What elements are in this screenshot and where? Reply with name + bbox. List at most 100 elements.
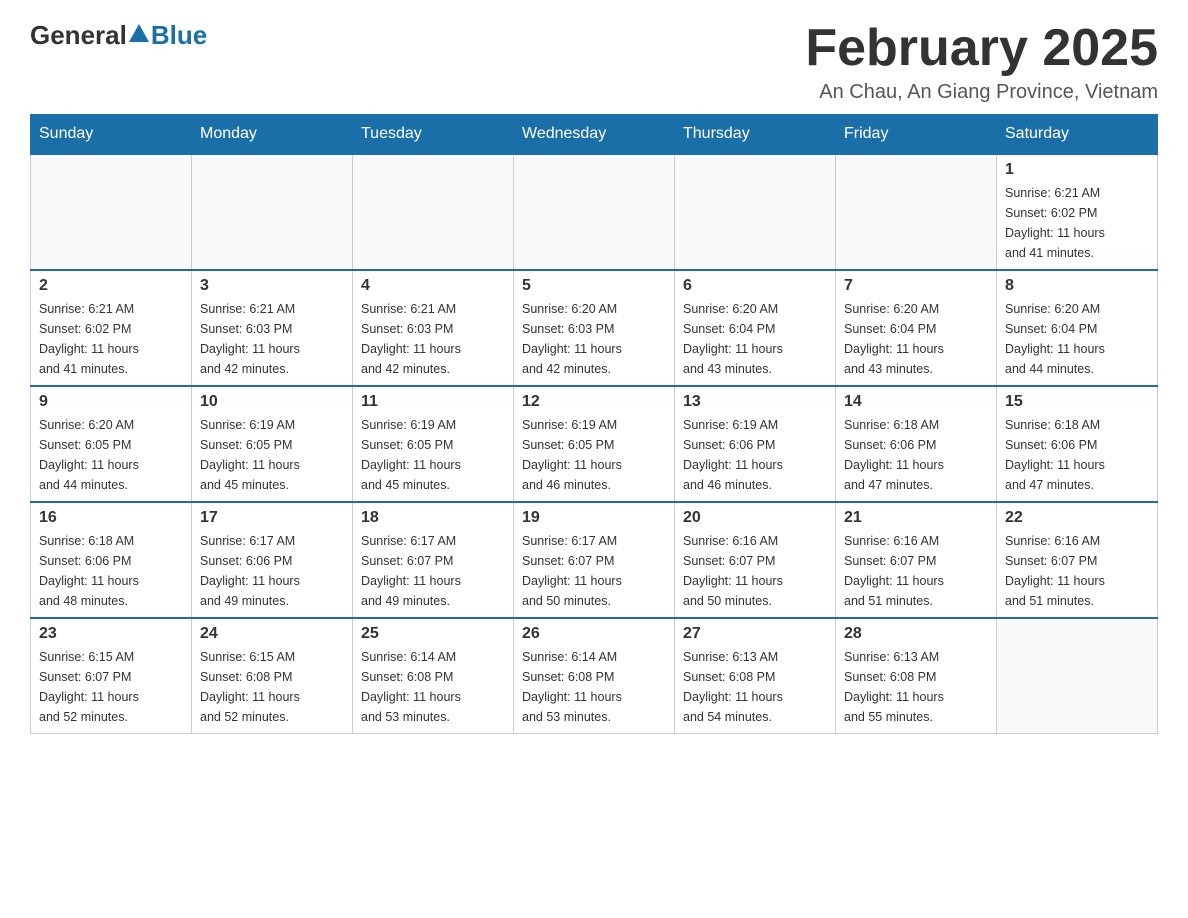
day-info: Sunrise: 6:17 AMSunset: 6:07 PMDaylight:… [361,531,505,611]
calendar-cell: 8 Sunrise: 6:20 AMSunset: 6:04 PMDaylight… [997,270,1158,386]
day-number: 5 [522,277,666,295]
day-info: Sunrise: 6:13 AMSunset: 6:08 PMDaylight:… [683,647,827,727]
day-info: Sunrise: 6:19 AMSunset: 6:05 PMDaylight:… [361,415,505,495]
day-number: 4 [361,277,505,295]
calendar-cell: 9Sunrise: 6:20 AMSunset: 6:05 PMDaylight… [31,386,192,502]
calendar-cell [836,154,997,270]
day-number: 1 [1005,161,1149,179]
day-info: Sunrise: 6:18 AMSunset: 6:06 PMDaylight:… [844,415,988,495]
day-info: Sunrise: 6:19 AMSunset: 6:05 PMDaylight:… [200,415,344,495]
calendar-week-row: 16 Sunrise: 6:18 AMSunset: 6:06 PMDayligh… [31,502,1158,618]
day-info: Sunrise: 6:14 AMSunset: 6:08 PMDaylight:… [522,647,666,727]
calendar-cell: 15 Sunrise: 6:18 AMSunset: 6:06 PMDayligh… [997,386,1158,502]
day-header-thursday: Thursday [675,115,836,155]
calendar-cell: 27 Sunrise: 6:13 AMSunset: 6:08 PMDayligh… [675,618,836,734]
calendar-week-row: 9Sunrise: 6:20 AMSunset: 6:05 PMDaylight… [31,386,1158,502]
calendar-cell [192,154,353,270]
day-info: Sunrise: 6:20 AMSunset: 6:03 PMDaylight:… [522,299,666,379]
calendar-cell: 19 Sunrise: 6:17 AMSunset: 6:07 PMDayligh… [514,502,675,618]
day-info: Sunrise: 6:21 AMSunset: 6:02 PMDaylight:… [39,299,183,379]
day-info: Sunrise: 6:16 AMSunset: 6:07 PMDaylight:… [683,531,827,611]
calendar-cell: 3 Sunrise: 6:21 AMSunset: 6:03 PMDaylight… [192,270,353,386]
day-number: 8 [1005,277,1149,295]
day-number: 14 [844,393,988,411]
day-number: 26 [522,625,666,643]
calendar-cell: 23 Sunrise: 6:15 AMSunset: 6:07 PMDayligh… [31,618,192,734]
day-number: 20 [683,509,827,527]
calendar-cell: 7 Sunrise: 6:20 AMSunset: 6:04 PMDaylight… [836,270,997,386]
day-header-saturday: Saturday [997,115,1158,155]
calendar-cell [997,618,1158,734]
day-header-tuesday: Tuesday [353,115,514,155]
day-number: 25 [361,625,505,643]
day-number: 12 [522,393,666,411]
calendar-cell: 1 Sunrise: 6:21 AMSunset: 6:02 PMDaylight… [997,154,1158,270]
calendar-cell: 16 Sunrise: 6:18 AMSunset: 6:06 PMDayligh… [31,502,192,618]
day-number: 2 [39,277,183,295]
calendar-header-row: SundayMondayTuesdayWednesdayThursdayFrid… [31,115,1158,155]
day-header-wednesday: Wednesday [514,115,675,155]
day-number: 15 [1005,393,1149,411]
calendar-cell: 13Sunrise: 6:19 AMSunset: 6:06 PMDayligh… [675,386,836,502]
calendar-cell: 2 Sunrise: 6:21 AMSunset: 6:02 PMDaylight… [31,270,192,386]
day-number: 9 [39,393,183,411]
day-header-monday: Monday [192,115,353,155]
day-info: Sunrise: 6:20 AMSunset: 6:04 PMDaylight:… [683,299,827,379]
title-section: February 2025 An Chau, An Giang Province… [805,20,1158,104]
day-number: 10 [200,393,344,411]
month-title: February 2025 [805,20,1158,77]
logo-general: General [30,20,127,51]
calendar-cell: 20 Sunrise: 6:16 AMSunset: 6:07 PMDayligh… [675,502,836,618]
day-number: 19 [522,509,666,527]
day-info: Sunrise: 6:17 AMSunset: 6:06 PMDaylight:… [200,531,344,611]
day-info: Sunrise: 6:18 AMSunset: 6:06 PMDaylight:… [1005,415,1149,495]
calendar-cell: 18 Sunrise: 6:17 AMSunset: 6:07 PMDayligh… [353,502,514,618]
calendar-cell [31,154,192,270]
calendar-week-row: 23 Sunrise: 6:15 AMSunset: 6:07 PMDayligh… [31,618,1158,734]
day-number: 6 [683,277,827,295]
day-number: 28 [844,625,988,643]
day-info: Sunrise: 6:16 AMSunset: 6:07 PMDaylight:… [1005,531,1149,611]
day-header-friday: Friday [836,115,997,155]
day-number: 18 [361,509,505,527]
day-info: Sunrise: 6:17 AMSunset: 6:07 PMDaylight:… [522,531,666,611]
location: An Chau, An Giang Province, Vietnam [805,81,1158,104]
calendar-week-row: 1 Sunrise: 6:21 AMSunset: 6:02 PMDaylight… [31,154,1158,270]
calendar-cell: 26 Sunrise: 6:14 AMSunset: 6:08 PMDayligh… [514,618,675,734]
day-info: Sunrise: 6:21 AMSunset: 6:03 PMDaylight:… [200,299,344,379]
day-number: 21 [844,509,988,527]
day-info: Sunrise: 6:15 AMSunset: 6:08 PMDaylight:… [200,647,344,727]
day-number: 17 [200,509,344,527]
day-number: 22 [1005,509,1149,527]
calendar-cell: 5 Sunrise: 6:20 AMSunset: 6:03 PMDaylight… [514,270,675,386]
day-number: 16 [39,509,183,527]
day-info: Sunrise: 6:21 AMSunset: 6:02 PMDaylight:… [1005,183,1149,263]
day-number: 3 [200,277,344,295]
calendar-cell [675,154,836,270]
page-header: General Blue February 2025 An Chau, An G… [30,20,1158,104]
calendar-cell: 17 Sunrise: 6:17 AMSunset: 6:06 PMDayligh… [192,502,353,618]
logo: General Blue [30,20,207,51]
calendar-week-row: 2 Sunrise: 6:21 AMSunset: 6:02 PMDaylight… [31,270,1158,386]
calendar-cell: 22 Sunrise: 6:16 AMSunset: 6:07 PMDayligh… [997,502,1158,618]
calendar-cell: 24 Sunrise: 6:15 AMSunset: 6:08 PMDayligh… [192,618,353,734]
day-number: 11 [361,393,505,411]
calendar-cell: 11 Sunrise: 6:19 AMSunset: 6:05 PMDayligh… [353,386,514,502]
day-number: 7 [844,277,988,295]
day-info: Sunrise: 6:18 AMSunset: 6:06 PMDaylight:… [39,531,183,611]
calendar-cell: 6 Sunrise: 6:20 AMSunset: 6:04 PMDaylight… [675,270,836,386]
calendar-cell: 25Sunrise: 6:14 AMSunset: 6:08 PMDayligh… [353,618,514,734]
calendar-cell: 14 Sunrise: 6:18 AMSunset: 6:06 PMDayligh… [836,386,997,502]
day-info: Sunrise: 6:20 AMSunset: 6:04 PMDaylight:… [1005,299,1149,379]
logo-blue: Blue [151,20,207,51]
day-info: Sunrise: 6:21 AMSunset: 6:03 PMDaylight:… [361,299,505,379]
day-number: 27 [683,625,827,643]
day-header-sunday: Sunday [31,115,192,155]
calendar-cell: 21Sunrise: 6:16 AMSunset: 6:07 PMDayligh… [836,502,997,618]
day-number: 23 [39,625,183,643]
day-number: 13 [683,393,827,411]
day-number: 24 [200,625,344,643]
calendar-cell: 10 Sunrise: 6:19 AMSunset: 6:05 PMDayligh… [192,386,353,502]
day-info: Sunrise: 6:15 AMSunset: 6:07 PMDaylight:… [39,647,183,727]
day-info: Sunrise: 6:20 AMSunset: 6:04 PMDaylight:… [844,299,988,379]
